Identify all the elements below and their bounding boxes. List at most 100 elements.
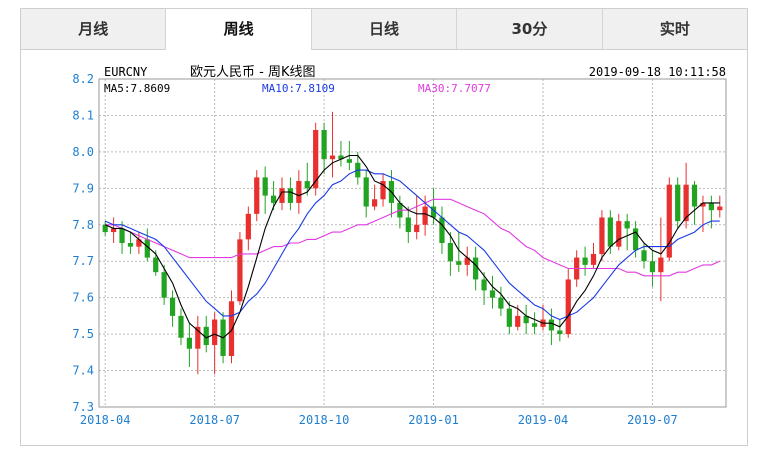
candle [557, 319, 563, 342]
ma5-label: MA5:7.8609 [104, 82, 170, 95]
candle-body [675, 184, 681, 222]
candle [683, 162, 689, 229]
candle [708, 195, 714, 229]
candle [279, 177, 285, 211]
candle [531, 312, 538, 335]
candle [355, 151, 361, 185]
candle [195, 315, 201, 375]
candle-body [186, 337, 193, 349]
candle [245, 206, 251, 251]
candle-body [658, 257, 664, 273]
ma10-label: MA10:7.8109 [262, 82, 335, 95]
plot-frame [98, 78, 727, 408]
x-tick-label: 2019-01 [408, 413, 459, 427]
candle [380, 173, 386, 207]
candle-body [405, 217, 411, 233]
candle-body [649, 261, 656, 273]
candle [464, 246, 470, 276]
candle-body [153, 257, 159, 273]
candle-body [616, 221, 622, 247]
candle-body [119, 228, 125, 243]
candle-body [363, 177, 369, 207]
candle-body [489, 290, 496, 298]
candle [321, 122, 327, 174]
candle-body [456, 261, 462, 265]
candle-body [212, 319, 218, 346]
candle [599, 210, 605, 262]
candle [489, 275, 496, 309]
grid [99, 79, 726, 407]
candle [254, 170, 260, 222]
candle-body [372, 199, 378, 207]
candle [498, 286, 504, 316]
candle-body [161, 272, 167, 298]
candle-body [329, 155, 336, 160]
candle-body [127, 243, 134, 247]
candle [675, 177, 681, 229]
candle-body [321, 130, 327, 160]
candle [212, 312, 218, 375]
x-tick-label: 2019-04 [518, 413, 569, 427]
candle [296, 170, 302, 214]
candle-body [178, 315, 184, 338]
candle [523, 304, 529, 335]
candle-body [287, 188, 294, 203]
candle-body [717, 206, 723, 211]
candle-body [708, 202, 714, 211]
candle-body [565, 279, 571, 335]
y-tick-label: 8.2 [72, 72, 94, 86]
candle [658, 217, 664, 302]
candle [624, 213, 630, 251]
candle-body [624, 221, 630, 229]
candle-body [296, 181, 302, 203]
candle [405, 206, 411, 243]
x-tick-label: 2018-07 [189, 413, 240, 427]
candle [439, 206, 445, 254]
candle [414, 195, 420, 240]
candle [481, 272, 487, 305]
candle [237, 232, 243, 305]
y-tick-label: 7.6 [72, 291, 94, 305]
candle-body [607, 217, 613, 247]
candle-body [346, 159, 352, 163]
candle [111, 217, 117, 243]
x-tick-label: 2018-04 [80, 413, 131, 427]
candle-body [270, 195, 277, 203]
datetime-label: 2019-09-18 10:11:58 [589, 65, 726, 79]
candle-body [473, 257, 479, 280]
candle [338, 140, 344, 167]
candle [127, 232, 134, 254]
x-tick-label: 2018-10 [299, 413, 350, 427]
candle-body [254, 177, 260, 214]
candle-body [599, 217, 605, 254]
y-tick-label: 7.4 [72, 364, 94, 378]
candles [102, 111, 723, 375]
candle-body [169, 297, 176, 316]
candle [329, 111, 336, 178]
candle [178, 308, 184, 346]
candle-body [237, 239, 243, 302]
candle [186, 323, 193, 367]
candle-body [498, 297, 504, 309]
candle-body [641, 250, 647, 262]
candle-body [228, 301, 235, 356]
candle-body [313, 130, 319, 189]
candle [565, 268, 571, 338]
candle-body [304, 181, 310, 189]
y-tick-label: 7.5 [72, 327, 94, 341]
x-axis: 2018-04 2018-07 2018-10 2019-01 2019-04 2019-… [80, 413, 678, 427]
candle [666, 177, 672, 262]
candle-body [481, 279, 487, 291]
symbol-label: EURCNY [104, 65, 148, 79]
candle-body [111, 228, 117, 233]
y-tick-label: 7.8 [72, 218, 94, 232]
chart-title: 欧元人民币 - 周K线图 [190, 65, 315, 80]
y-axis: 8.2 8.1 8.0 7.9 7.8 7.7 7.6 7.5 7.4 7.3 [72, 72, 94, 414]
candle-body [422, 206, 428, 225]
candlestick-chart: 8.28.18.07.97.87.77.67.57.47.3 2018-04 20… [72, 65, 727, 427]
candle [363, 170, 369, 218]
y-tick-label: 7.9 [72, 181, 94, 195]
candle [102, 221, 108, 236]
candle [616, 213, 622, 251]
candle-body [582, 257, 588, 265]
